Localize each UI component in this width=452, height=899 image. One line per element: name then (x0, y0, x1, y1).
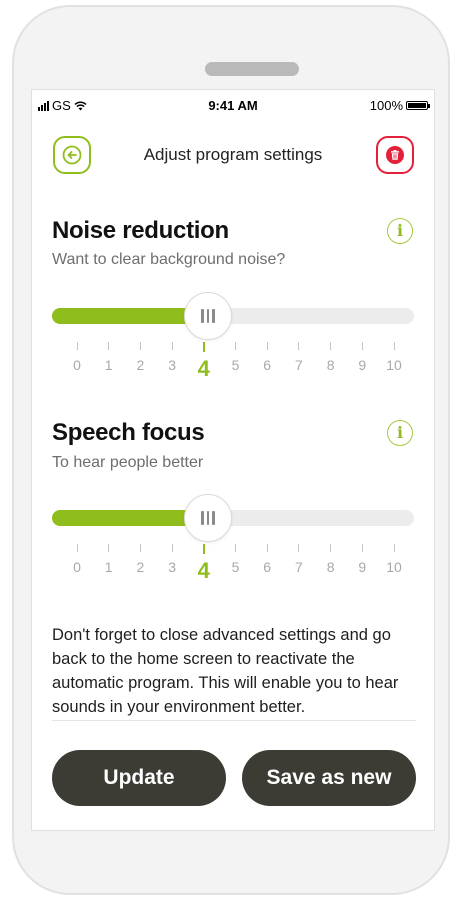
tick-line (202, 544, 205, 554)
tick-line (235, 544, 236, 552)
noise-reduction-info-icon[interactable]: i (387, 218, 413, 244)
speech-focus-title: Speech focus (52, 419, 205, 446)
tick-line (235, 342, 236, 350)
tick-line (393, 342, 395, 350)
tick-line (266, 544, 268, 552)
tick-line (298, 544, 300, 552)
save-as-new-button[interactable]: Save as new (242, 750, 416, 806)
phone-speaker (205, 62, 299, 76)
noise-reduction-scale: 0 1 2 3 4 5 6 7 8 9 10 (52, 342, 414, 392)
noise-reduction-subtitle: Want to clear background noise? (52, 251, 286, 268)
tick-line (108, 544, 110, 552)
trash-icon (386, 146, 404, 164)
status-right: 100% (369, 98, 430, 113)
tick-line (171, 342, 173, 350)
tick-line (202, 342, 205, 352)
tick-line (393, 544, 395, 552)
tick-line (171, 544, 173, 552)
noise-reduction-title: Noise reduction (52, 217, 229, 244)
tick-line (76, 544, 78, 552)
tick-line (361, 342, 363, 350)
battery-percent: 100% (369, 98, 403, 113)
tick-line (76, 342, 78, 350)
scale-tick: 10 (374, 342, 414, 373)
slider-handle[interactable] (183, 292, 232, 340)
speech-focus-info-icon[interactable]: i (387, 420, 413, 446)
tick-line (108, 342, 110, 350)
speech-focus-slider[interactable] (52, 490, 414, 550)
tick-line (139, 342, 141, 350)
update-button[interactable]: Update (52, 750, 226, 806)
battery-icon (406, 101, 430, 110)
noise-reduction-slider[interactable] (52, 288, 414, 348)
tick-line (266, 342, 268, 350)
tick-label: 10 (386, 357, 402, 373)
speech-focus-scale: 0 1 2 3 4 5 6 7 8 9 10 (52, 544, 414, 594)
notice-text: Don't forget to close advanced settings … (52, 626, 399, 716)
scale-tick: 10 (374, 544, 414, 575)
app-screen: GS 9:41 AM 100% Adjust program settings (31, 89, 435, 831)
divider (52, 720, 416, 721)
tick-line (330, 544, 332, 552)
speech-focus-subtitle: To hear people better (52, 454, 204, 471)
slider-track[interactable] (52, 308, 414, 324)
slider-track[interactable] (52, 510, 414, 526)
tick-line (298, 342, 300, 350)
tick-line (361, 544, 363, 552)
tick-line (330, 342, 332, 350)
tick-line (139, 544, 141, 552)
tick-label: 10 (386, 559, 402, 575)
delete-button[interactable] (376, 136, 414, 174)
status-bar: GS 9:41 AM 100% (32, 98, 434, 118)
slider-handle[interactable] (183, 494, 232, 542)
page-title: Adjust program settings (143, 145, 323, 164)
